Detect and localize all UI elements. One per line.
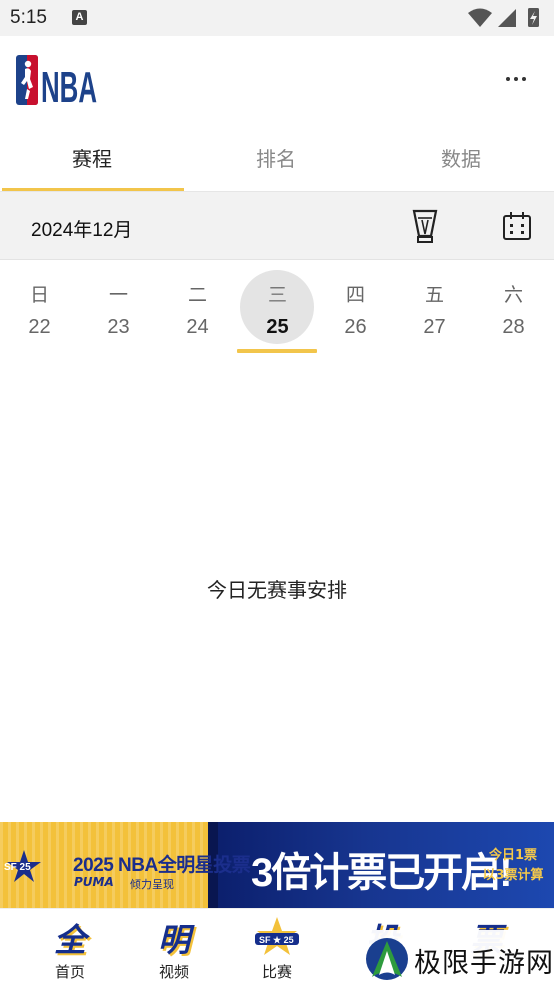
banner-note-line2: 以3票计算 <box>482 868 544 883</box>
day-cell[interactable]: 五 27 <box>395 260 474 356</box>
banner-sponsor: PUMA <box>74 875 114 889</box>
date-bar: 2024年12月 <box>0 192 554 260</box>
weekday-label: 四 <box>345 284 365 306</box>
weekday-label: 六 <box>503 284 523 306</box>
svg-text:SF ★ 25: SF ★ 25 <box>259 935 294 945</box>
calendar-icon[interactable] <box>502 211 532 241</box>
day-cell[interactable]: 二 24 <box>158 260 237 356</box>
watermark-logo-icon <box>366 938 408 980</box>
nba-logo[interactable]: NBA <box>16 55 98 105</box>
nav-games-label: 比赛 <box>261 963 292 981</box>
week-strip: 日 22 一 23 二 24 三 25 四 26 五 27 六 28 <box>0 260 554 356</box>
nav-home[interactable]: 全 首页 <box>20 909 120 986</box>
day-cell[interactable]: 四 26 <box>316 260 395 356</box>
weekday-label: 日 <box>29 284 49 306</box>
status-time: 5:15 <box>10 7 47 28</box>
badge-text: SF 25 <box>4 862 31 873</box>
video-icon: 明 <box>157 921 190 959</box>
allstar-badge-icon: SF 25 <box>4 850 41 882</box>
weekday-label: 五 <box>424 284 444 306</box>
date-number: 27 <box>423 316 446 338</box>
banner-headline: 3倍计票已开启! <box>251 851 513 895</box>
more-dots-icon <box>506 77 510 81</box>
allstar-vote-banner[interactable]: SF 25 2025 NBA全明星投票 PUMA 倾力呈现 3倍计票已开启! 今… <box>0 822 554 908</box>
nav-video[interactable]: 明 视频 <box>124 909 224 986</box>
date-number: 23 <box>107 316 130 338</box>
date-number: 26 <box>344 316 367 338</box>
day-cell[interactable]: 六 28 <box>474 260 553 356</box>
home-icon: 全 <box>53 921 86 959</box>
more-dot <box>514 77 518 81</box>
tab-stats[interactable]: 数据 <box>369 130 553 192</box>
signal-icon <box>498 9 516 27</box>
banner-title: 2025 NBA全明星投票 <box>73 855 251 876</box>
allstar-games-icon: SF ★ 25 <box>255 917 299 955</box>
status-bar: 5:15 A <box>0 0 554 36</box>
day-cell-selected[interactable]: 三 25 <box>237 260 317 356</box>
weekday-label: 二 <box>187 284 207 306</box>
logo-text: NBA <box>41 63 97 105</box>
nav-games[interactable]: SF ★ 25 比赛 <box>227 909 327 986</box>
banner-note-line1: 今日1票 <box>488 848 538 863</box>
weekday-label: 一 <box>108 284 128 306</box>
wifi-icon <box>468 8 492 27</box>
date-number: 22 <box>28 316 51 338</box>
weekday-label: 三 <box>267 284 287 306</box>
date-number: 28 <box>502 316 525 338</box>
day-cell[interactable]: 日 22 <box>0 260 79 356</box>
status-icons <box>468 8 539 27</box>
tab-schedule[interactable]: 赛程 <box>0 130 184 192</box>
more-options-button[interactable] <box>502 66 536 92</box>
empty-schedule-message: 今日无赛事安排 <box>207 578 347 602</box>
more-dot <box>522 77 526 81</box>
day-cell[interactable]: 一 23 <box>79 260 158 356</box>
notification-icon: A <box>72 10 87 25</box>
nav-video-label: 视频 <box>158 963 189 981</box>
trophy-icon[interactable] <box>410 208 440 246</box>
banner-sponsor-sub: 倾力呈现 <box>130 878 174 891</box>
watermark-text: 极限手游网 <box>414 948 554 979</box>
watermark: 极限手游网 <box>358 930 554 986</box>
app-header: NBA <box>0 36 554 130</box>
date-number: 25 <box>266 316 289 338</box>
tab-standings[interactable]: 排名 <box>184 130 368 192</box>
nav-home-label: 首页 <box>54 963 85 981</box>
banner-note: 今日1票 以3票计算 <box>481 846 545 886</box>
selected-day-underline <box>237 349 317 353</box>
month-label[interactable]: 2024年12月 <box>31 215 132 242</box>
date-number: 24 <box>186 316 209 338</box>
tab-bar: 赛程 排名 数据 <box>0 130 554 192</box>
